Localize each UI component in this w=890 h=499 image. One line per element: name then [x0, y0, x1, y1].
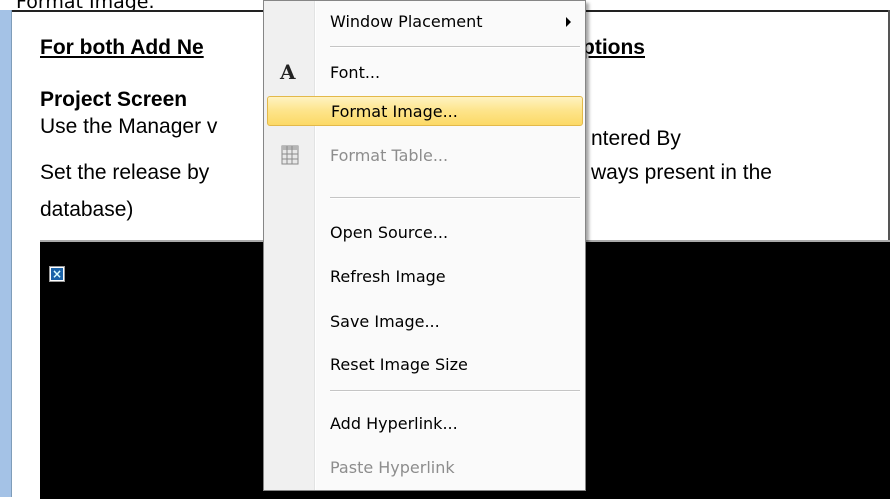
menu-item-paste-hyperlink[interactable]: Paste Hyperlink	[266, 452, 583, 482]
menu-item-label: Refresh Image	[330, 267, 446, 286]
broken-image-glyph: ×	[51, 267, 63, 281]
menu-item-window-placement[interactable]: Window Placement	[266, 6, 583, 36]
menu-item-open-source[interactable]: Open Source...	[266, 217, 583, 247]
menu-separator	[330, 46, 580, 48]
doc-line-2-right: ways present in the	[591, 161, 772, 184]
menu-item-label: Format Image...	[331, 102, 458, 121]
menu-separator	[330, 197, 580, 199]
menu-item-label: Save Image...	[330, 312, 440, 331]
menu-item-reset-image-size[interactable]: Reset Image Size	[266, 349, 583, 379]
menu-separator	[330, 390, 580, 392]
menu-item-label: Format Table...	[330, 146, 449, 165]
window-left-border	[0, 10, 11, 497]
menu-item-label: Open Source...	[330, 223, 449, 242]
doc-subheading: Project Screen	[40, 88, 188, 111]
table-icon	[276, 142, 302, 168]
menu-item-save-image[interactable]: Save Image...	[266, 306, 583, 336]
font-icon-glyph: A	[280, 60, 296, 84]
menu-item-label: Window Placement	[330, 12, 483, 31]
menu-item-label: Paste Hyperlink	[330, 458, 455, 477]
context-menu: Window Placement A Font... Format Image.…	[263, 0, 586, 491]
doc-line-1-left: Use the Manager v	[40, 115, 218, 138]
window-left-border-line	[11, 10, 12, 497]
menu-item-format-image[interactable]: Format Image...	[267, 96, 583, 126]
doc-line-1-right: ntered By	[591, 127, 681, 150]
doc-line-2-left: Set the release by	[40, 161, 210, 184]
doc-heading: For both Add Ne	[40, 36, 204, 59]
menu-item-format-table[interactable]: Format Table...	[266, 140, 583, 170]
menu-item-label: Font...	[330, 63, 381, 82]
menu-item-label: Reset Image Size	[330, 355, 468, 374]
menu-item-refresh-image[interactable]: Refresh Image	[266, 261, 583, 291]
doc-line-3: database)	[40, 198, 134, 221]
submenu-arrow-icon	[566, 17, 571, 27]
menu-item-font[interactable]: A Font...	[266, 57, 583, 87]
menu-item-add-hyperlink[interactable]: Add Hyperlink...	[266, 408, 583, 438]
font-icon: A	[276, 59, 302, 85]
doc-heading-tail: ptions	[582, 36, 645, 59]
broken-image-icon: ×	[49, 266, 65, 282]
menu-item-label: Add Hyperlink...	[330, 414, 458, 433]
